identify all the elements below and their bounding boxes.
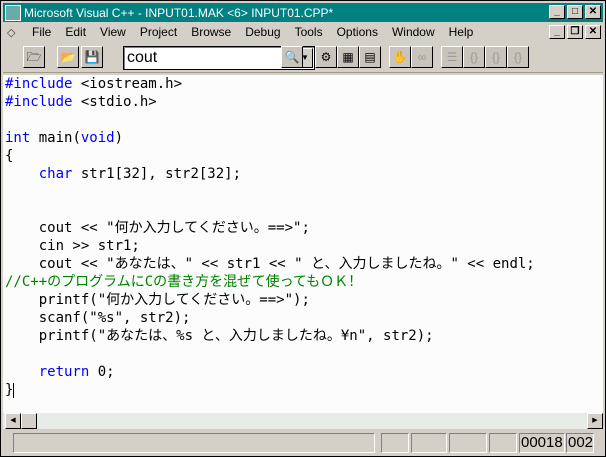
keyword: int <box>5 130 31 146</box>
comment: //C++のプログラムにCの書き方を混ぜて使ってもＯＫ！ <box>5 274 363 290</box>
doc-restore-button[interactable]: ❐ <box>567 25 583 39</box>
code-text: printf("あなたは、%s と、入力しましたね。¥n", str2); <box>5 328 434 344</box>
horizontal-scrollbar[interactable]: ◀ ▶ <box>3 413 603 429</box>
doc-close-button[interactable]: ✕ <box>585 25 601 39</box>
open-project-icon[interactable]: 🗁 <box>23 46 45 68</box>
status-pane <box>489 433 517 453</box>
scroll-thumb[interactable] <box>21 413 37 429</box>
save-icon[interactable]: 💾 <box>81 46 103 68</box>
code-line: } <box>3 381 603 399</box>
keyword: return <box>38 364 90 380</box>
code-line: cout << "あなたは、" << str1 << " と、入力しましたね。"… <box>3 255 603 273</box>
menu-window[interactable]: Window <box>387 25 444 39</box>
keyword: char <box>38 166 73 182</box>
status-pane <box>381 433 409 453</box>
code-line: cin >> str1; <box>3 237 603 255</box>
menu-help[interactable]: Help <box>444 25 483 39</box>
maximize-button[interactable]: □ <box>567 5 583 19</box>
code-line: return 0; <box>3 363 603 381</box>
code-line: char str1[32], str2[32]; <box>3 165 603 183</box>
code-line: printf("何か入力してください。==>"); <box>3 291 603 309</box>
menu-edit[interactable]: Edit <box>60 25 95 39</box>
compile-icon[interactable]: ⚙ <box>315 46 337 68</box>
menu-debug[interactable]: Debug <box>240 25 289 39</box>
status-bar: 00018 002 <box>3 431 603 455</box>
code-text: cout << "あなたは、" << str1 << " と、入力しましたね。"… <box>5 256 535 272</box>
document-icon[interactable]: ◇ <box>7 26 23 39</box>
code-text: printf("何か入力してください。==>"); <box>5 292 310 308</box>
code-line: { <box>3 147 603 165</box>
keyword: #include <box>5 76 73 92</box>
code-editor[interactable]: #include <iostream.h> #include <stdio.h> i… <box>3 75 603 413</box>
stop-build-icon[interactable]: ✋ <box>389 46 411 68</box>
title-bar: Microsoft Visual C++ - INPUT01.MAK <6> I… <box>3 3 603 22</box>
open-file-icon[interactable]: 📂 <box>57 46 79 68</box>
window-title: Microsoft Visual C++ - INPUT01.MAK <6> I… <box>24 5 334 20</box>
app-icon <box>5 4 21 21</box>
code-text: main( <box>30 130 81 146</box>
menu-bar: ◇ File Edit View Project Browse Debug Tools Opt… <box>3 23 603 41</box>
code-text: cin >> str1; <box>5 238 140 254</box>
run-to-cursor-icon[interactable]: ☰ <box>441 46 463 68</box>
build-icon[interactable]: ▦ <box>337 46 359 68</box>
code-text: str1[32], str2[32]; <box>72 166 242 182</box>
code-text: <iostream.h> <box>72 76 183 92</box>
rebuild-all-icon[interactable]: ▤ <box>359 46 381 68</box>
code-line: #include <iostream.h> <box>3 75 603 93</box>
menu-tools[interactable]: Tools <box>290 25 332 39</box>
status-message <box>13 433 375 453</box>
code-text: { <box>5 148 14 164</box>
code-line: printf("あなたは、%s と、入力しましたね。¥n", str2); <box>3 327 603 345</box>
status-column-number: 002 <box>566 433 594 453</box>
code-line: scanf("%s", str2); <box>3 309 603 327</box>
keyword: void <box>80 130 115 146</box>
code-line: int main(void) <box>3 129 603 147</box>
step-over-icon[interactable]: {} <box>485 46 507 68</box>
status-pane <box>449 433 487 453</box>
scroll-left-icon[interactable]: ◀ <box>5 413 21 429</box>
text-caret <box>13 382 15 398</box>
menu-browse[interactable]: Browse <box>186 25 240 39</box>
status-line-number: 00018 <box>519 433 565 453</box>
menu-view[interactable]: View <box>95 25 135 39</box>
code-text: cout << "何か入力してください。==>"; <box>5 220 310 236</box>
code-text: <stdio.h> <box>72 94 157 110</box>
menu-file[interactable]: File <box>27 25 60 39</box>
toolbar: 🗁 📂 💾 cout ▼ 🔍 ⚙ ▦ ▤ ✋ ∞ ☰ {} {} {} <box>3 43 603 73</box>
status-pane <box>411 433 447 453</box>
scroll-right-icon[interactable]: ▶ <box>587 413 603 429</box>
code-line: cout << "何か入力してください。==>"; <box>3 219 603 237</box>
code-line: //C++のプログラムにCの書き方を混ぜて使ってもＯＫ！ <box>3 273 603 291</box>
go-icon[interactable]: ∞ <box>411 46 433 68</box>
menu-options[interactable]: Options <box>332 25 387 39</box>
code-text: scanf("%s", str2); <box>5 310 191 326</box>
find-combo-value: cout <box>127 49 158 66</box>
keyword: #include <box>5 94 73 110</box>
code-line: #include <stdio.h> <box>3 93 603 111</box>
step-out-icon[interactable]: {} <box>507 46 529 68</box>
step-into-icon[interactable]: {} <box>463 46 485 68</box>
code-text: } <box>5 382 14 398</box>
code-text: 0; <box>89 364 115 380</box>
code-text: ) <box>114 130 124 146</box>
menu-project[interactable]: Project <box>135 25 186 39</box>
doc-minimize-button[interactable]: _ <box>549 25 565 39</box>
find-in-files-icon[interactable]: 🔍 <box>281 46 303 68</box>
minimize-button[interactable]: _ <box>549 5 565 19</box>
close-button[interactable]: ✕ <box>585 5 601 19</box>
